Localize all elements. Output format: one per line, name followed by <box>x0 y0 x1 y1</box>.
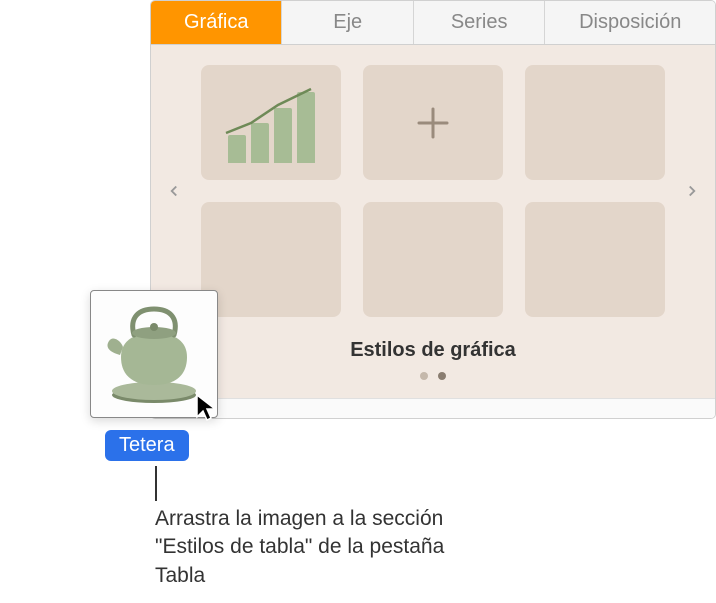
tab-series[interactable]: Series <box>414 1 545 44</box>
style-tile-empty[interactable] <box>525 65 665 180</box>
callout-line <box>155 466 157 501</box>
style-tile-empty[interactable] <box>525 202 665 317</box>
panel-bottom-strip <box>151 398 715 418</box>
cursor-icon <box>195 393 221 428</box>
callout-text: Arrastra la imagen a la sección "Estilos… <box>155 505 475 590</box>
style-tile-empty[interactable] <box>363 202 503 317</box>
tab-disposicion[interactable]: Disposición <box>545 1 715 44</box>
chart-styles-section: Estilos de gráfica <box>151 45 715 398</box>
plus-icon <box>413 103 453 143</box>
tab-eje[interactable]: Eje <box>282 1 413 44</box>
mini-bar-chart-icon <box>221 83 321 163</box>
style-tile-empty[interactable] <box>201 202 341 317</box>
inspector-panel: Gráfica Eje Series Disposición <box>150 0 716 419</box>
teapot-image <box>99 297 209 412</box>
style-tile-chart[interactable] <box>201 65 341 180</box>
styles-caption: Estilos de gráfica <box>151 339 715 362</box>
style-tile-add[interactable] <box>363 65 503 180</box>
styles-carousel <box>151 65 715 317</box>
tab-grafica[interactable]: Gráfica <box>151 1 282 44</box>
chevron-right-icon[interactable] <box>677 182 707 200</box>
page-dot-active[interactable] <box>438 372 446 380</box>
page-dot[interactable] <box>420 372 428 380</box>
tab-bar: Gráfica Eje Series Disposición <box>151 1 715 45</box>
drag-tooltip-label: Tetera <box>105 430 189 461</box>
page-dots <box>151 372 715 380</box>
styles-grid <box>189 65 677 317</box>
chevron-left-icon[interactable] <box>159 182 189 200</box>
